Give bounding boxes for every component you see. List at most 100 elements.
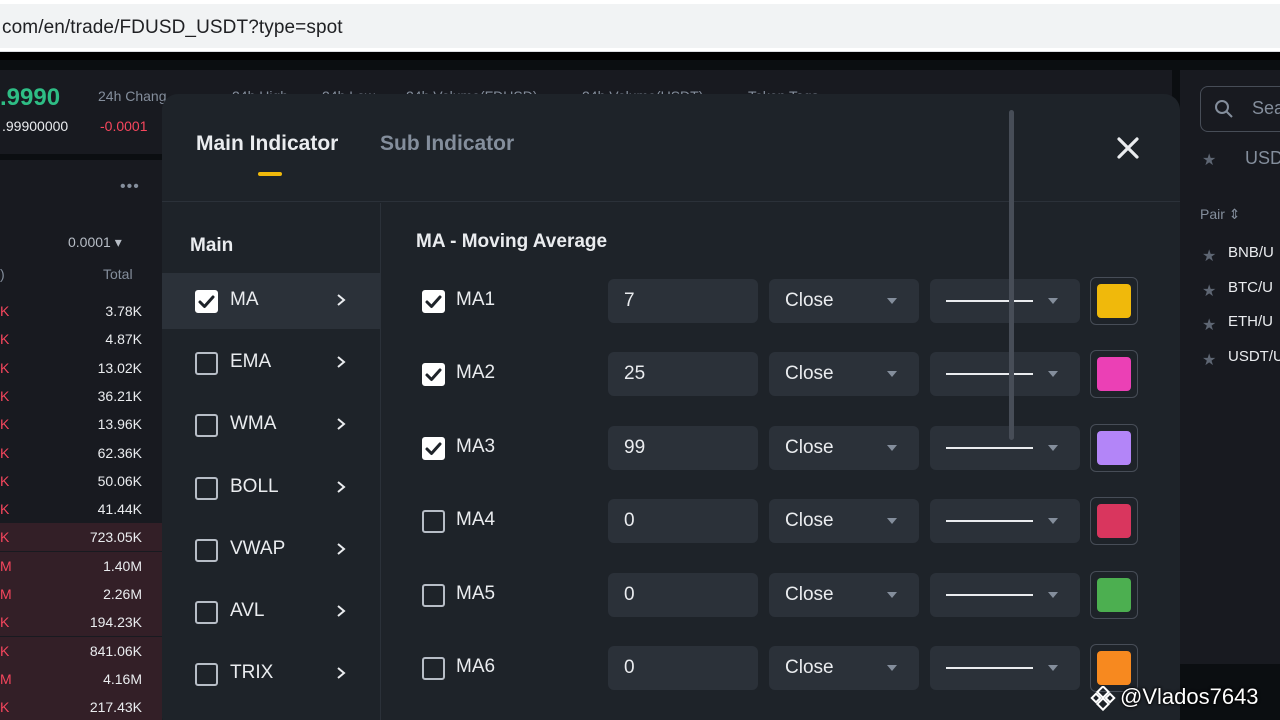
favorite-star-icon[interactable]: ★ (1202, 315, 1216, 335)
orderbook-amount-suffix: K (0, 444, 10, 461)
orderbook-row[interactable]: M 4.16M (0, 664, 162, 693)
orderbook-amount-suffix: K (0, 387, 10, 404)
ma-period-input[interactable] (608, 425, 758, 470)
orderbook-row[interactable]: M 2.26M (0, 580, 162, 608)
orderbook-precision-select[interactable]: 0.0001 ▾ (68, 234, 122, 251)
checkbox[interactable] (195, 538, 218, 562)
orderbook-column-header-amount: ) (0, 266, 5, 282)
ma-source-value: Close (785, 583, 834, 605)
ma-line-style-select[interactable] (930, 499, 1080, 544)
checkbox[interactable] (195, 414, 218, 438)
orderbook-amount-suffix: K (0, 331, 10, 348)
ma-source-value: Close (785, 436, 834, 458)
tab-sub-indicator[interactable]: Sub Indicator (380, 132, 514, 156)
caret-down-icon (1048, 371, 1058, 378)
favorite-star-icon[interactable]: ★ (1202, 281, 1216, 301)
orderbook-row[interactable]: K 841.06K (0, 636, 162, 665)
ma-line-style-select[interactable] (930, 646, 1080, 690)
caret-down-icon (1048, 444, 1058, 451)
tab-main-indicator[interactable]: Main Indicator (196, 132, 338, 156)
checkbox[interactable] (195, 290, 218, 313)
checkbox[interactable] (195, 352, 218, 376)
ma-period-input[interactable] (608, 279, 758, 323)
market-pair-item[interactable]: ETH/U (1228, 313, 1273, 330)
nav-item-label: TRIX (230, 662, 274, 684)
close-icon[interactable] (1110, 130, 1146, 166)
orderbook-row[interactable]: K 13.96K (0, 410, 162, 438)
url-field[interactable]: com/en/trade/FDUSD_USDT?type=spot (0, 4, 1280, 48)
ma-period-input[interactable] (608, 499, 758, 544)
favorites-star-icon[interactable]: ★ (1202, 150, 1216, 170)
ma-source-select[interactable]: Close (769, 572, 919, 617)
ma-enable-checkbox[interactable] (422, 363, 445, 387)
modal-scrollbar[interactable] (1009, 110, 1014, 440)
nav-item-wma[interactable]: WMA (162, 397, 380, 453)
orderbook-row[interactable]: K 62.36K (0, 439, 162, 467)
orderbook-row[interactable]: M 1.40M (0, 551, 162, 580)
nav-item-ma[interactable]: MA (162, 273, 380, 329)
orderbook-row[interactable]: K 194.23K (0, 608, 162, 637)
ma-period-input[interactable] (608, 572, 758, 617)
ma-enable-checkbox[interactable] (422, 510, 445, 534)
orderbook-amount-suffix: K (0, 472, 10, 489)
checkbox[interactable] (195, 601, 218, 624)
orderbook-row[interactable]: K 3.78K (0, 297, 162, 325)
nav-item-vwap[interactable]: VWAP (162, 522, 380, 578)
favorite-star-icon[interactable]: ★ (1202, 246, 1216, 266)
market-tab-usd[interactable]: USD (1245, 148, 1280, 169)
ma-source-select[interactable]: Close (769, 499, 919, 544)
ma-period-input[interactable] (608, 352, 758, 397)
nav-item-label: WMA (230, 413, 277, 435)
ma-source-select[interactable]: Close (769, 646, 919, 690)
orderbook-amount-suffix: M (0, 586, 12, 602)
nav-item-boll[interactable]: BOLL (162, 460, 380, 516)
nav-item-ema[interactable]: EMA (162, 335, 380, 391)
nav-item-trix[interactable]: TRIX (162, 646, 380, 702)
market-pair-item[interactable]: BTC/U (1228, 279, 1273, 296)
ma-period-input[interactable] (608, 646, 758, 690)
ma-enable-checkbox[interactable] (422, 583, 445, 607)
ma-color-picker[interactable] (1090, 277, 1138, 325)
nav-item-label: VWAP (230, 537, 286, 559)
checkbox[interactable] (195, 663, 218, 687)
ma-line-style-select[interactable] (930, 279, 1080, 323)
orderbook-column-header-total: Total (103, 266, 133, 282)
market-pair-item[interactable]: BNB/U (1228, 244, 1274, 261)
nav-title: Main (190, 235, 234, 256)
ticker-change-label: 24h Chang (98, 88, 167, 104)
caret-down-icon (887, 665, 897, 671)
ma-line-style-select[interactable] (930, 425, 1080, 470)
pair-column-header[interactable]: Pair ⇕ (1200, 206, 1241, 223)
search-icon (1215, 100, 1233, 118)
ma-color-picker[interactable] (1090, 570, 1138, 619)
chevron-right-icon (337, 418, 346, 431)
orderbook-amount-suffix: K (0, 303, 10, 319)
orderbook-row[interactable]: K 217.43K (0, 693, 162, 720)
market-pair-item[interactable]: USDT/U (1228, 348, 1280, 365)
nav-item-avl[interactable]: AVL (162, 584, 380, 640)
orderbook-row[interactable]: K 723.05K (0, 523, 162, 552)
ma-color-picker[interactable] (1090, 423, 1138, 472)
orderbook-row[interactable]: K 36.21K (0, 382, 162, 410)
orderbook-row[interactable]: K 13.02K (0, 354, 162, 382)
checkbox[interactable] (195, 476, 218, 500)
favorite-star-icon[interactable]: ★ (1202, 350, 1216, 370)
orderbook-row[interactable]: K 41.44K (0, 495, 162, 523)
chevron-right-icon (337, 543, 346, 555)
ma-color-picker[interactable] (1090, 497, 1138, 546)
ma-enable-checkbox[interactable] (422, 436, 445, 460)
ma-source-select[interactable]: Close (769, 425, 919, 470)
section-title: MA - Moving Average (416, 231, 608, 252)
ma-line-style-select[interactable] (930, 352, 1080, 397)
ma-color-picker[interactable] (1090, 350, 1138, 399)
orderbook-row[interactable]: K 50.06K (0, 467, 162, 495)
ma-source-select[interactable]: Close (769, 352, 919, 397)
ma-enable-checkbox[interactable] (422, 290, 445, 313)
ma-line-style-select[interactable] (930, 572, 1080, 617)
ma-enable-checkbox[interactable] (422, 657, 445, 680)
orderbook-more-menu[interactable]: ••• (120, 178, 140, 196)
line-style-preview (946, 667, 1033, 669)
watermark-text: @Vlados7643 (1120, 684, 1259, 709)
ma-source-select[interactable]: Close (769, 279, 919, 323)
orderbook-row[interactable]: K 4.87K (0, 325, 162, 353)
